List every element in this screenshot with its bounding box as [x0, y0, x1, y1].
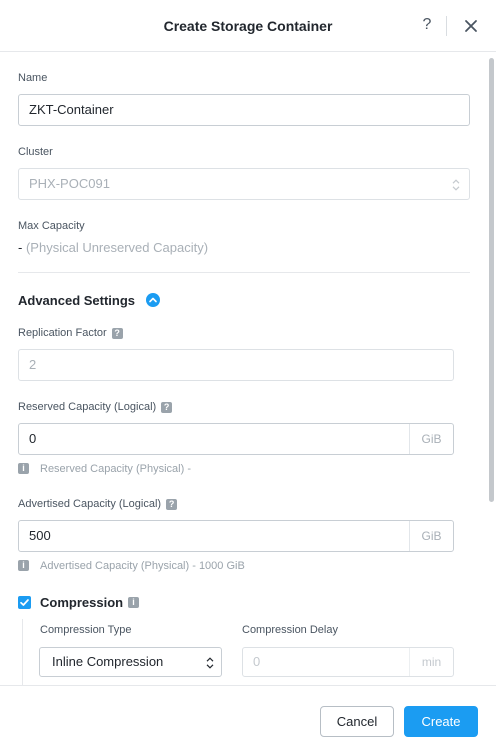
replication-factor-label: Replication Factor? [18, 327, 123, 339]
cancel-button[interactable]: Cancel [320, 706, 394, 737]
replication-factor-text: Replication Factor [18, 327, 107, 339]
max-capacity-note: (Physical Unreserved Capacity) [25, 240, 209, 255]
info-icon: i [18, 560, 29, 571]
max-capacity-dash: - [18, 240, 23, 255]
select-arrows-icon [452, 179, 460, 191]
dialog-body: Name ZKT-Container Cluster PHX-POC091 Ma… [0, 52, 496, 685]
advertised-capacity-unit: GiB [409, 521, 453, 551]
help-button[interactable]: ? [418, 16, 436, 36]
max-capacity-value: - (Physical Unreserved Capacity) [18, 240, 208, 255]
advertised-capacity-info: Advertised Capacity (Physical) - 1000 Gi… [40, 560, 245, 572]
advertised-capacity-value: 500 [29, 528, 51, 543]
help-icon[interactable]: ? [111, 327, 123, 339]
reserved-capacity-unit: GiB [409, 424, 453, 454]
help-icon[interactable]: ? [166, 498, 178, 510]
compression-indent-line [22, 619, 23, 685]
compression-type-label: Compression Type [40, 624, 132, 636]
cluster-label: Cluster [18, 146, 53, 158]
reserved-capacity-label: Reserved Capacity (Logical)? [18, 401, 173, 413]
info-icon: i [128, 597, 139, 608]
compression-delay-placeholder: 0 [253, 654, 261, 669]
compression-label: Compression [40, 595, 124, 610]
compression-delay-input: 0 min [242, 647, 454, 677]
section-divider [18, 272, 470, 273]
cluster-value: PHX-POC091 [29, 176, 110, 191]
cluster-select: PHX-POC091 [18, 168, 470, 200]
scrollbar[interactable] [489, 58, 494, 502]
advanced-settings-title: Advanced Settings [18, 293, 136, 308]
compression-type-select[interactable]: Inline Compression [39, 647, 222, 677]
compression-type-value: Inline Compression [52, 654, 164, 669]
create-button[interactable]: Create [404, 706, 478, 737]
compression-checkbox[interactable] [18, 596, 31, 609]
info-icon: i [18, 463, 29, 474]
advertised-capacity-label: Advertised Capacity (Logical)? [18, 498, 178, 510]
name-label: Name [18, 72, 48, 84]
advertised-capacity-input[interactable]: 500 GiB [18, 520, 454, 552]
create-storage-container-dialog: Create Storage Container ? Name ZKT-Cont… [0, 0, 496, 753]
reserved-capacity-text: Reserved Capacity (Logical) [18, 401, 157, 413]
name-input[interactable]: ZKT-Container [18, 94, 470, 126]
close-icon[interactable] [462, 17, 480, 35]
help-icon[interactable]: ? [161, 401, 173, 413]
max-capacity-label: Max Capacity [18, 220, 85, 232]
dialog-footer: Cancel Create [0, 685, 496, 753]
reserved-capacity-value: 0 [29, 431, 37, 446]
replication-factor-input: 2 [18, 349, 454, 381]
header-divider [446, 16, 447, 36]
reserved-capacity-info: Reserved Capacity (Physical) - [40, 463, 191, 475]
compression-delay-unit: min [409, 648, 453, 676]
reserved-capacity-input[interactable]: 0 GiB [18, 423, 454, 455]
advertised-capacity-text: Advertised Capacity (Logical) [18, 498, 162, 510]
select-arrows-icon [206, 657, 214, 669]
compression-delay-label: Compression Delay [242, 624, 338, 636]
dialog-header: Create Storage Container ? [0, 0, 496, 52]
collapse-advanced-icon[interactable] [146, 293, 160, 307]
